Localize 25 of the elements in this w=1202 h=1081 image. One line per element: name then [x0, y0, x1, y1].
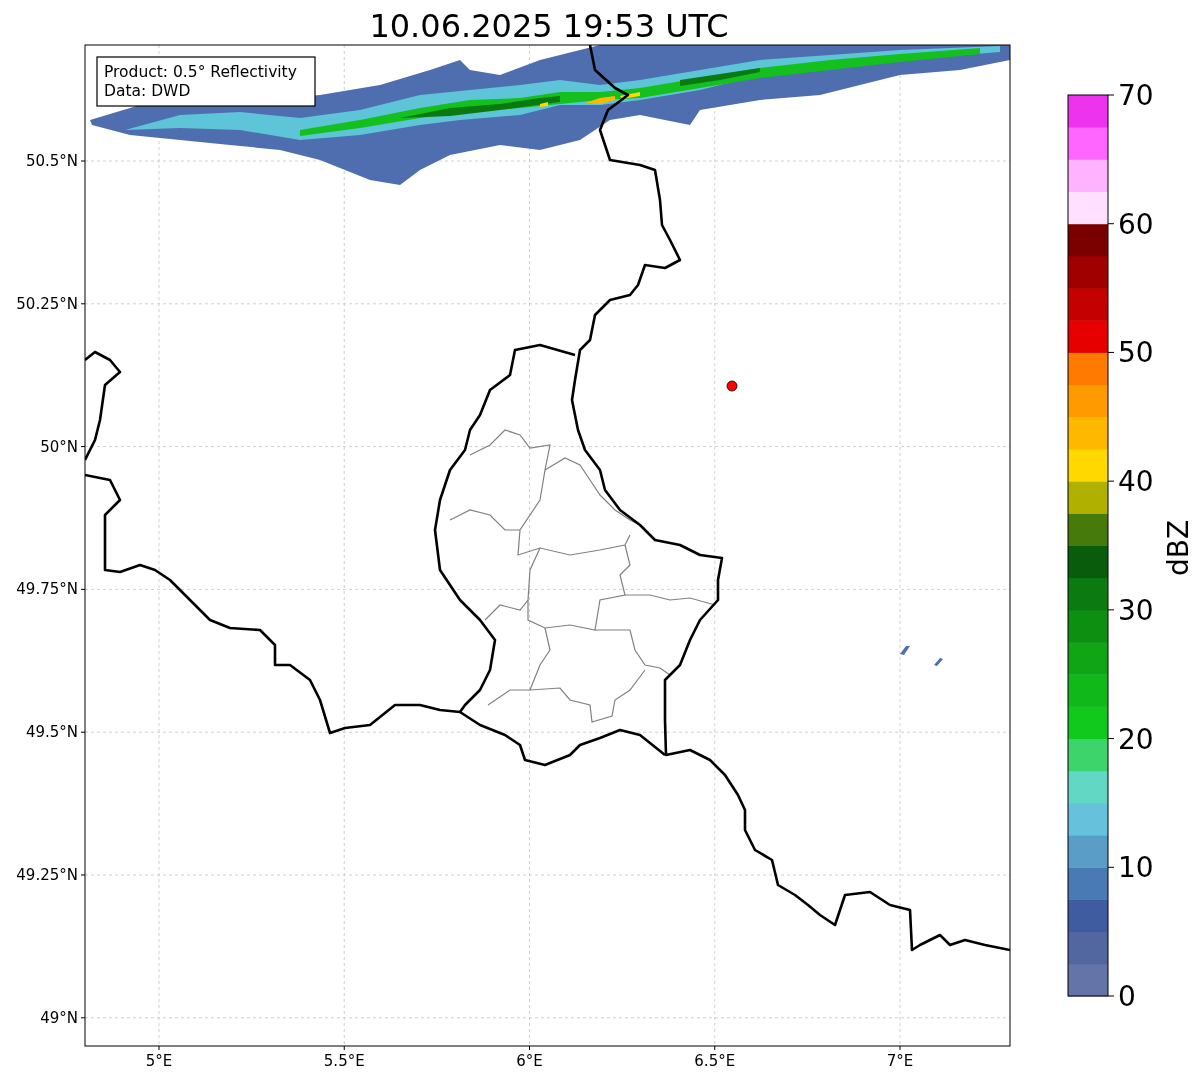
longitude-label: 5.5°E: [323, 1052, 365, 1070]
longitude-label: 6.5°E: [694, 1052, 736, 1070]
longitude-label: 6°E: [516, 1052, 543, 1070]
colorbar-tick-label: 20: [1118, 722, 1154, 756]
colorbar-label: dBZ: [1162, 519, 1195, 577]
colorbar-tick-label: 0: [1118, 980, 1136, 1013]
colorbar-tick-label: 50: [1118, 336, 1154, 370]
colorbar-tick-label: 10: [1118, 851, 1154, 885]
colorbar-tick-label: 40: [1118, 465, 1154, 499]
colorbar-tick-label: 30: [1118, 593, 1154, 627]
latitude-label: 50.25°N: [16, 294, 78, 313]
radar-site-marker: [726, 380, 738, 392]
latitude-label: 49.5°N: [25, 723, 78, 742]
chart-title: 10.06.2025 19:53 UTC: [369, 7, 729, 45]
latitude-label: 49.25°N: [16, 866, 78, 884]
latitude-label: 49.75°N: [16, 580, 78, 599]
colorbar-tick-label: 60: [1118, 207, 1154, 241]
colorbar-tick-label: 70: [1118, 79, 1154, 112]
longitude-label: 5°E: [145, 1052, 173, 1070]
info-text: Data: DWD: [104, 82, 191, 100]
info-text: Product: 0.5° Reflectivity: [104, 63, 297, 81]
latitude-label: 50.5°N: [25, 152, 78, 170]
latitude-label: 49°N: [40, 1008, 78, 1027]
latitude-label: 50°N: [40, 437, 78, 456]
longitude-label: 7°E: [886, 1052, 914, 1070]
